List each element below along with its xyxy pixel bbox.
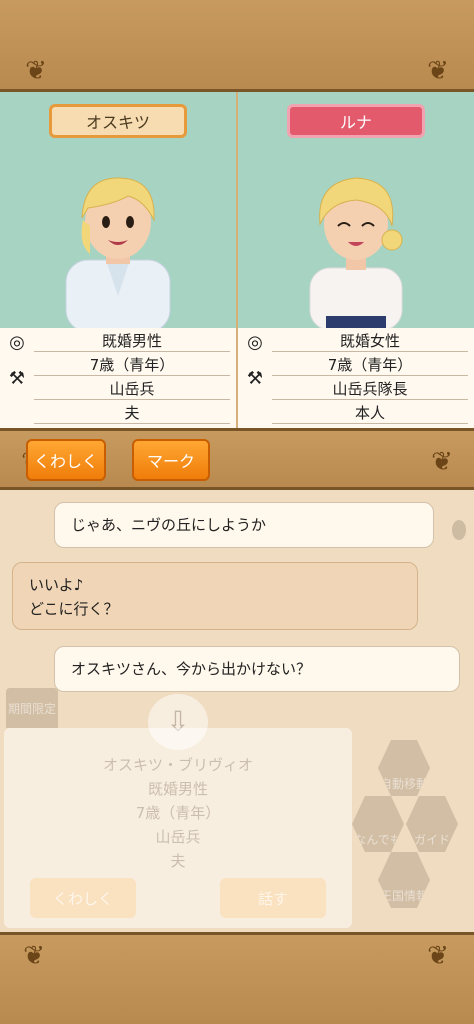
top-frame: ❦ ❦ [0,0,474,92]
speaker-icon [452,520,466,540]
ornament-icon: ❦ [25,56,47,86]
chat-bubble: オスキツさん、今から出かけない？ [54,646,460,692]
female-character-panel: ルナ [236,92,474,328]
bg-menu-auto-move: 自動移動 [378,740,430,796]
ornament-icon: ❦ [427,56,449,86]
bg-card-relation: 夫 [170,852,186,870]
action-bar: ❦ ❦ くわしく マーク [0,428,474,490]
character-panels: オスキツ ルナ [0,92,474,328]
chat-bubble: じゃあ、ニヴの丘にしようか [54,502,434,548]
mark-button[interactable]: マーク [132,439,210,481]
male-relation: 夫 [34,402,230,424]
bottom-frame: ❦ ❦ [0,932,474,1024]
bg-menu-anything: なんでも [352,796,404,852]
bg-talk-button: 話す [220,878,326,918]
ornament-icon: ❦ [427,941,449,971]
female-age: 7歳（青年） [272,354,468,376]
details-button[interactable]: くわしく [26,439,106,481]
female-info: ◎ ⚒ 既婚女性 7歳（青年） 山岳兵隊長 本人 [236,328,474,428]
bg-card-job: 山岳兵 [155,828,201,846]
male-character-panel: オスキツ [0,92,236,328]
ring-icon: ◎ [9,332,25,353]
male-job: 山岳兵 [34,378,230,400]
ornament-icon: ❦ [23,941,45,971]
female-relation: 本人 [272,402,468,424]
axe-icon: ⚒ [246,368,264,389]
bg-menu-kingdom-info: 王国情報 [378,852,430,908]
male-status: 既婚男性 [34,330,230,352]
background-card: オスキツ・ブリヴィオ 既婚男性 7歳（青年） 山岳兵 夫 くわしく 話す [4,728,352,928]
bg-card-name: オスキツ・ブリヴィオ [102,756,253,774]
bg-card-status: 既婚男性 [147,780,208,798]
female-avatar [309,177,403,328]
limited-badge: 期間限定 [6,688,58,728]
chat-bubble: いいよ♪ どこに行く？ [12,562,418,630]
male-age: 7歳（青年） [34,354,230,376]
male-name-tag: オスキツ [49,104,187,138]
ornament-icon: ❦ [431,447,453,477]
axe-icon: ⚒ [8,368,26,389]
ring-icon: ◎ [247,332,263,353]
bg-menu-guide: ガイド [406,796,458,852]
bg-details-button: くわしく [30,878,136,918]
chat-area[interactable]: 期間限定 ⇩ オスキツ・ブリヴィオ 既婚男性 7歳（青年） 山岳兵 夫 くわしく… [0,490,474,932]
male-info: ◎ ⚒ 既婚男性 7歳（青年） 山岳兵 夫 [0,328,236,428]
bg-card-age: 7歳（青年） [135,804,221,822]
character-info: ◎ ⚒ 既婚男性 7歳（青年） 山岳兵 夫 ◎ ⚒ 既婚女性 7歳（青年） 山岳… [0,328,474,428]
female-job: 山岳兵隊長 [272,378,468,400]
male-avatar [65,177,171,328]
female-name-tag: ルナ [287,104,425,138]
female-status: 既婚女性 [272,330,468,352]
